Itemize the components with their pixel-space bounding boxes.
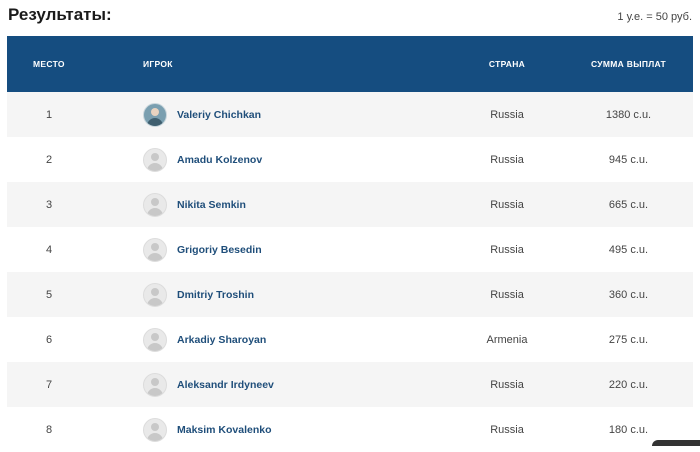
place-cell: 7 [45, 378, 53, 391]
currency-rate-note: 1 у.е. = 50 руб. [617, 11, 692, 23]
player-cell: Grigoriy Besedin [91, 237, 450, 262]
player-link[interactable]: Grigoriy Besedin [177, 244, 262, 256]
sum-cell: 360 c.u. [608, 288, 649, 301]
player-link[interactable]: Dmitriy Troshin [177, 289, 254, 301]
place-cell: 1 [45, 108, 53, 121]
country-cell: Russia [490, 423, 524, 436]
player-photo-avatar[interactable] [143, 102, 167, 127]
place-cell: 8 [45, 423, 53, 436]
player-link[interactable]: Valeriy Chichkan [177, 109, 261, 121]
player-cell: Nikita Semkin [91, 192, 450, 217]
place-cell: 5 [45, 288, 53, 301]
table-row: 2 Amadu Kolzenov Russia 945 c.u. [7, 137, 693, 182]
sum-cell: 665 c.u. [608, 198, 649, 211]
player-cell: Amadu Kolzenov [91, 147, 450, 172]
player-cell: Aleksandr Irdyneev [91, 372, 450, 397]
user-placeholder-icon[interactable] [143, 282, 167, 307]
sum-cell: 220 c.u. [608, 378, 649, 391]
table-row: 8 Maksim Kovalenko Russia 180 c.u. [7, 407, 693, 452]
table-row: 5 Dmitriy Troshin Russia 360 c.u. [7, 272, 693, 317]
player-link[interactable]: Amadu Kolzenov [177, 154, 262, 166]
place-cell: 6 [45, 333, 53, 346]
player-link[interactable]: Arkadiy Sharoyan [177, 334, 266, 346]
country-cell: Russia [490, 198, 524, 211]
player-cell: Valeriy Chichkan [91, 102, 450, 127]
sum-cell: 495 c.u. [608, 243, 649, 256]
user-placeholder-icon[interactable] [143, 372, 167, 397]
user-placeholder-icon[interactable] [143, 417, 167, 442]
player-link[interactable]: Aleksandr Irdyneev [177, 379, 274, 391]
header-sum: СУММА ВЫПЛАТ [590, 59, 666, 69]
user-placeholder-icon[interactable] [143, 237, 167, 262]
player-link[interactable]: Nikita Semkin [177, 199, 246, 211]
player-link[interactable]: Maksim Kovalenko [177, 424, 272, 436]
country-cell: Russia [490, 378, 524, 391]
page-title: Результаты: [8, 5, 112, 24]
results-table: МЕСТО ИГРОК СТРАНА СУММА ВЫПЛАТ 1 Valeri… [7, 36, 693, 452]
sum-cell: 945 c.u. [608, 153, 649, 166]
place-cell: 2 [45, 153, 53, 166]
place-cell: 3 [45, 198, 53, 211]
country-cell: Russia [490, 153, 524, 166]
table-row: 1 Valeriy Chichkan Russia 1380 c.u. [7, 92, 693, 137]
country-cell: Russia [490, 243, 524, 256]
table-row: 4 Grigoriy Besedin Russia 495 c.u. [7, 227, 693, 272]
sum-cell: 1380 c.u. [605, 108, 652, 121]
header-player: ИГРОК [143, 59, 173, 69]
header-country: СТРАНА [488, 59, 526, 69]
sum-cell: 180 c.u. [608, 423, 649, 436]
sum-cell: 275 c.u. [608, 333, 649, 346]
player-cell: Maksim Kovalenko [91, 417, 450, 442]
table-row: 7 Aleksandr Irdyneev Russia 220 c.u. [7, 362, 693, 407]
user-placeholder-icon[interactable] [143, 192, 167, 217]
table-row: 3 Nikita Semkin Russia 665 c.u. [7, 182, 693, 227]
place-cell: 4 [45, 243, 53, 256]
table-header: МЕСТО ИГРОК СТРАНА СУММА ВЫПЛАТ [7, 36, 693, 92]
corner-widget-edge[interactable] [652, 440, 700, 446]
header-place: МЕСТО [33, 59, 65, 69]
player-cell: Arkadiy Sharoyan [91, 327, 450, 352]
player-cell: Dmitriy Troshin [91, 282, 450, 307]
country-cell: Russia [490, 108, 524, 121]
user-placeholder-icon[interactable] [143, 147, 167, 172]
country-cell: Russia [490, 288, 524, 301]
user-placeholder-icon[interactable] [143, 327, 167, 352]
country-cell: Armenia [486, 333, 528, 346]
table-row: 6 Arkadiy Sharoyan Armenia 275 c.u. [7, 317, 693, 362]
